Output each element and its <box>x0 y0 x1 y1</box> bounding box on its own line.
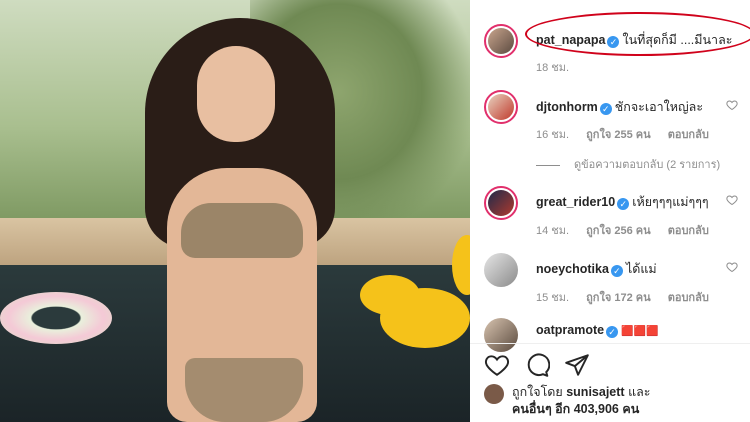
comment-bubble-icon[interactable] <box>524 352 550 378</box>
highlight-circle <box>525 12 750 56</box>
comment-time[interactable]: 15 ชม. <box>536 292 569 304</box>
person-figure <box>145 18 335 422</box>
bikini-bottom <box>185 358 303 422</box>
avatar[interactable] <box>484 24 518 58</box>
comment-username[interactable]: djtonhorm <box>536 100 598 114</box>
like-heart-icon[interactable] <box>484 352 510 378</box>
comment-text: เห้ยๆๆๆแม่ๆๆๆ <box>632 195 709 209</box>
comment-line: noeychotika ✓ ได้แม่ <box>536 259 657 279</box>
comment-line: oatpramote ✓ 🟥🟥🟥 <box>536 323 658 338</box>
view-replies-link[interactable]: ดูข้อความตอบกลับ (2 รายการ) <box>536 155 720 173</box>
heart-icon[interactable] <box>726 99 738 111</box>
divider <box>536 164 560 166</box>
comment-text: ชักจะเอาใหญ่ละ <box>614 100 704 114</box>
comment-time[interactable]: 18 ชม. <box>536 62 569 74</box>
verified-badge-icon: ✓ <box>610 265 623 277</box>
comment-username[interactable]: great_rider10 <box>536 195 615 209</box>
comment-username[interactable]: oatpramote <box>536 323 604 337</box>
comment-username[interactable]: noeychotika <box>536 262 609 276</box>
reply-button[interactable]: ตอบกลับ <box>668 129 709 141</box>
avatar[interactable] <box>484 90 518 124</box>
divider <box>470 343 750 344</box>
comment-meta: 16 ชม. ถูกใจ 255 คน ตอบกลับ <box>536 125 723 143</box>
pool-float-ring <box>0 292 112 344</box>
comment-meta: 18 ชม. <box>536 58 583 76</box>
avatar[interactable] <box>484 318 518 352</box>
comment-meta: 14 ชม. ถูกใจ 256 คน ตอบกลับ <box>536 221 723 239</box>
reply-button[interactable]: ตอบกลับ <box>668 292 709 304</box>
avatar[interactable] <box>484 253 518 287</box>
likes-others-link[interactable]: คนอื่นๆ อีก 403,906 คน <box>512 402 639 416</box>
comment-line: great_rider10 ✓ เห้ยๆๆๆแม่ๆๆๆ <box>536 192 709 212</box>
verified-badge-icon: ✓ <box>617 198 630 210</box>
comment-likes[interactable]: ถูกใจ 255 คน <box>586 129 650 141</box>
likes-username[interactable]: sunisajett <box>566 385 624 399</box>
comment-text: ได้แม่ <box>625 262 657 276</box>
comment-text: 🟥🟥🟥 <box>621 326 659 337</box>
post-photo <box>0 0 470 422</box>
face <box>197 46 275 142</box>
share-send-icon[interactable] <box>564 352 590 378</box>
avatar[interactable] <box>484 384 504 404</box>
comment-likes[interactable]: ถูกใจ 256 คน <box>586 225 650 237</box>
body <box>167 168 317 422</box>
heart-icon[interactable] <box>726 261 738 273</box>
comment-meta: 15 ชม. ถูกใจ 172 คน ตอบกลับ <box>536 288 723 306</box>
reply-button[interactable]: ตอบกลับ <box>668 225 709 237</box>
comment-likes[interactable]: ถูกใจ 172 คน <box>586 292 650 304</box>
duck-float <box>380 288 470 348</box>
comment-line: djtonhorm ✓ ชักจะเอาใหญ่ละ <box>536 97 703 117</box>
heart-icon[interactable] <box>726 194 738 206</box>
avatar[interactable] <box>484 186 518 220</box>
likes-suffix: และ <box>628 385 651 399</box>
view-replies-label: ดูข้อความตอบกลับ (2 รายการ) <box>574 159 721 171</box>
bikini-top <box>181 203 303 258</box>
comment-time[interactable]: 14 ชม. <box>536 225 569 237</box>
likes-prefix: ถูกใจโดย <box>512 385 563 399</box>
verified-badge-icon: ✓ <box>599 103 612 115</box>
comment-time[interactable]: 16 ชม. <box>536 129 569 141</box>
comments-panel: pat_napapa ✓ ในที่สุดก็มี ....มีนาละ 18 ชม… <box>470 0 750 422</box>
verified-badge-icon: ✓ <box>606 326 619 338</box>
